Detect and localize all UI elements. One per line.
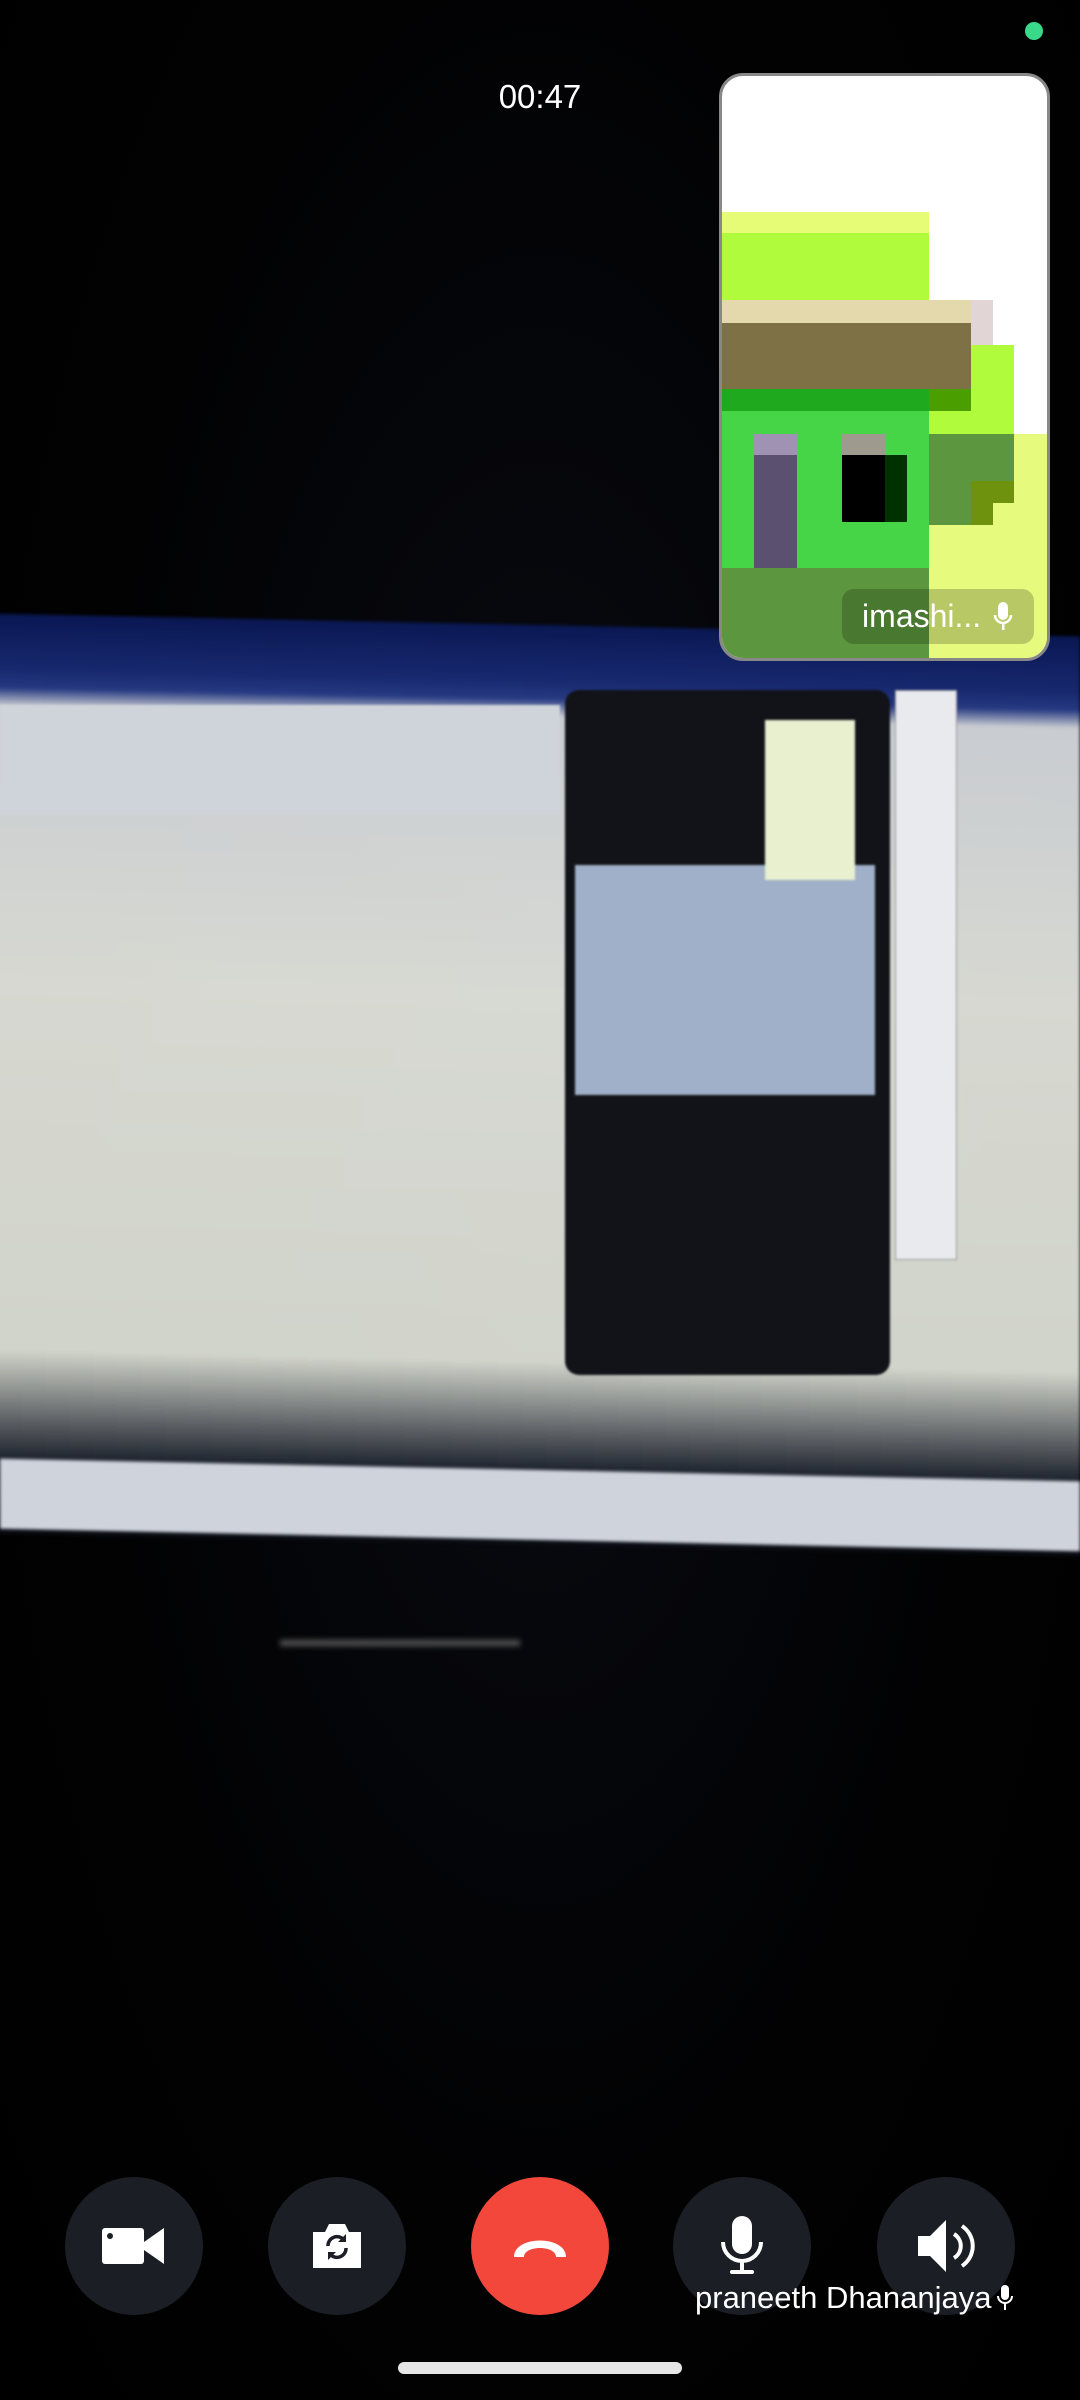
end-call-button[interactable] [471,2177,609,2315]
video-toggle-button[interactable] [65,2177,203,2315]
microphone-icon [993,601,1013,630]
phone-hangup-icon [514,2240,566,2257]
switch-camera-button[interactable] [268,2177,406,2315]
self-view-label: imashi... [841,589,1034,645]
status-dot [1025,22,1043,40]
remote-participant-label: praneeth Dhananjaya [695,2280,1014,2316]
video-camera-icon [102,2228,164,2264]
video-emulator-toolbar [895,690,957,1260]
video-phone-emulator [565,690,890,1375]
video-word-ribbon [0,705,560,815]
video-glare [280,1640,520,1646]
home-indicator[interactable] [398,2362,682,2374]
remote-participant-name: praneeth Dhananjaya [695,2280,992,2315]
camera-flip-icon [313,2224,361,2268]
microphone-icon [721,2216,763,2274]
self-view-pip[interactable]: imashi... [719,73,1050,661]
microphone-icon [997,2285,1014,2310]
speaker-icon [918,2220,975,2272]
self-view-name: imashi... [862,598,982,635]
